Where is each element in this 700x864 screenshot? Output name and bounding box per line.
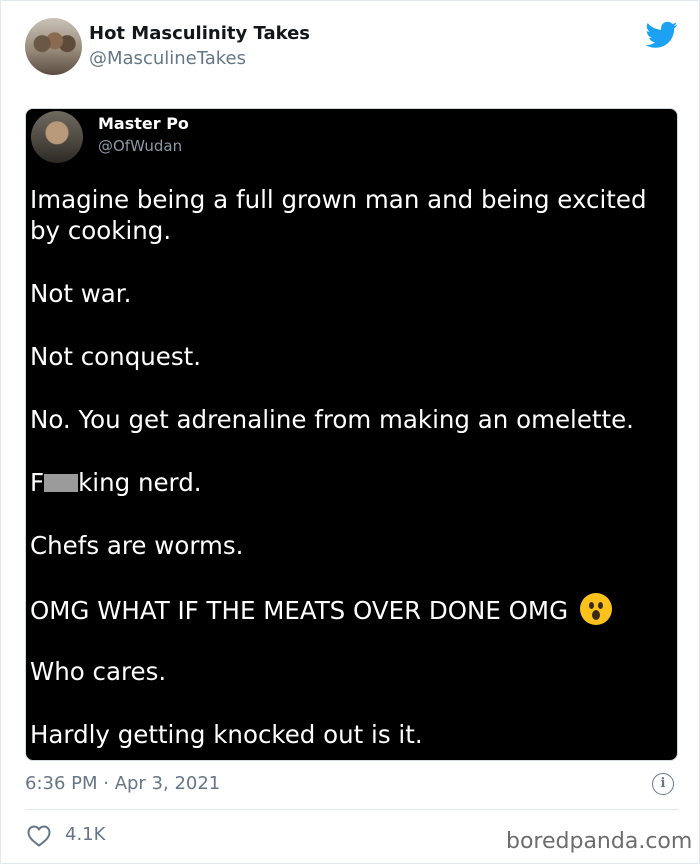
embedded-tweet-screenshot: Master Po @OfWudan Imagine being a full … bbox=[25, 108, 678, 761]
surprised-face-emoji-icon bbox=[579, 593, 612, 625]
quoted-text-line: Not war. bbox=[30, 279, 132, 308]
quoted-text-line: Not conquest. bbox=[30, 342, 202, 371]
like-count[interactable]: 4.1K bbox=[65, 824, 105, 845]
censored-word-end: king nerd. bbox=[78, 468, 202, 497]
quoted-text-line: Imagine being a full grown man and being… bbox=[30, 185, 655, 245]
author-handle[interactable]: @MasculineTakes bbox=[89, 48, 246, 69]
quoted-text-line: No. You get adrenaline from making an om… bbox=[30, 405, 634, 434]
author-avatar[interactable] bbox=[25, 18, 82, 75]
censored-word-start: F bbox=[30, 468, 45, 497]
tweet-timestamp[interactable]: 6:36 PM · Apr 3, 2021 bbox=[25, 773, 220, 794]
quoted-text-line: OMG WHAT IF THE MEATS OVER DONE OMG bbox=[30, 593, 670, 626]
censor-block bbox=[44, 474, 79, 492]
info-icon[interactable]: i bbox=[652, 773, 674, 795]
quoted-author-handle: @OfWudan bbox=[98, 137, 183, 155]
author-display-name[interactable]: Hot Masculinity Takes bbox=[89, 23, 310, 44]
tweet-card: Hot Masculinity Takes @MasculineTakes Ma… bbox=[0, 0, 700, 864]
divider bbox=[25, 809, 678, 810]
quoted-author-avatar bbox=[31, 111, 83, 163]
quoted-text-line: Fking nerd. bbox=[30, 467, 670, 498]
quoted-text-line: Hardly getting knocked out is it. bbox=[30, 720, 423, 749]
twitter-bird-icon[interactable] bbox=[646, 21, 678, 49]
quoted-text-omg: OMG WHAT IF THE MEATS OVER DONE OMG bbox=[30, 596, 569, 625]
watermark: boredpanda.com bbox=[506, 829, 693, 854]
quoted-author-name: Master Po bbox=[98, 114, 189, 133]
quoted-text-line: Chefs are worms. bbox=[30, 531, 244, 560]
heart-icon[interactable] bbox=[27, 825, 51, 847]
quoted-text-line: Who cares. bbox=[30, 657, 167, 686]
